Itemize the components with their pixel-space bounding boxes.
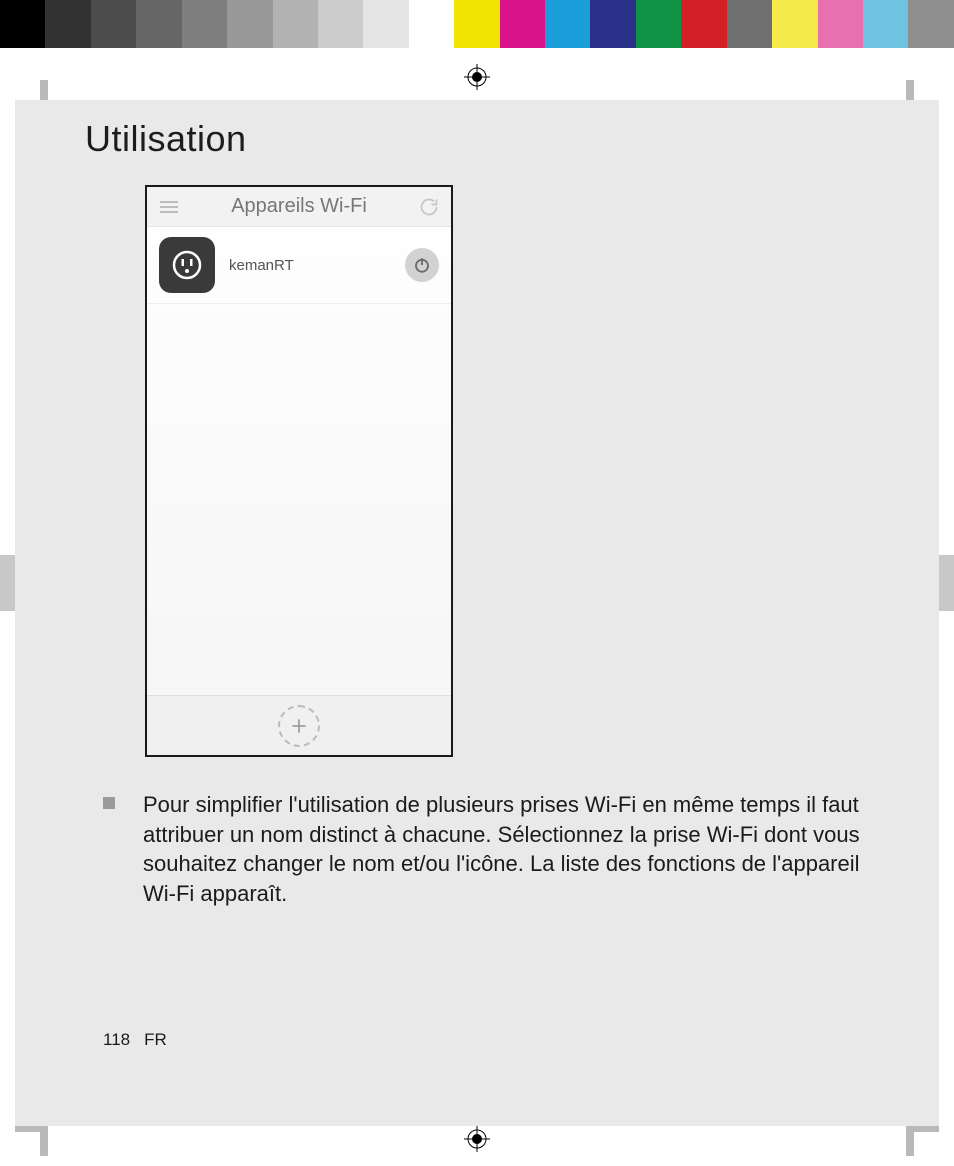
color-swatch: [681, 0, 726, 48]
registration-mark-icon: [464, 64, 490, 90]
color-swatch: [636, 0, 681, 48]
color-swatch: [91, 0, 136, 48]
hamburger-menu-icon[interactable]: [157, 195, 181, 219]
color-swatch: [318, 0, 363, 48]
device-list: kemanRT: [147, 227, 451, 695]
page-number: 118: [103, 1030, 130, 1049]
color-swatch: [454, 0, 499, 48]
color-swatch: [818, 0, 863, 48]
page-body: Utilisation Appareils Wi-Fi: [15, 100, 939, 1126]
color-swatch: [136, 0, 181, 48]
app-header: Appareils Wi-Fi: [147, 187, 451, 227]
color-swatch: [409, 0, 454, 48]
color-swatch: [273, 0, 318, 48]
app-header-title: Appareils Wi-Fi: [181, 195, 417, 218]
power-button[interactable]: [405, 248, 439, 282]
color-swatch: [863, 0, 908, 48]
add-device-button[interactable]: [278, 705, 320, 747]
color-swatch: [0, 0, 45, 48]
page-footer: 118 FR: [103, 1030, 167, 1050]
color-swatch: [727, 0, 772, 48]
color-swatch: [545, 0, 590, 48]
section-header: Utilisation: [15, 100, 939, 174]
color-swatch: [363, 0, 408, 48]
side-tab: [0, 555, 15, 611]
color-swatch: [772, 0, 817, 48]
color-swatch: [182, 0, 227, 48]
instruction-text: Pour simplifier l'utilisation de plusieu…: [143, 790, 883, 909]
color-swatch: [45, 0, 90, 48]
side-tab: [939, 555, 954, 611]
registration-mark-icon: [464, 1126, 490, 1152]
page-language: FR: [144, 1030, 167, 1049]
page-title: Utilisation: [85, 118, 939, 160]
outlet-icon: [159, 237, 215, 293]
color-swatch: [908, 0, 953, 48]
color-swatch: [590, 0, 635, 48]
app-footer: [147, 695, 451, 755]
color-swatch: [500, 0, 545, 48]
color-calibration-bar: [0, 0, 954, 48]
device-name-label: kemanRT: [229, 257, 405, 274]
square-bullet-icon: [103, 797, 115, 809]
instruction-paragraph: Pour simplifier l'utilisation de plusieu…: [103, 790, 883, 909]
phone-screenshot: Appareils Wi-Fi kemanRT: [145, 185, 453, 757]
color-swatch: [227, 0, 272, 48]
device-row[interactable]: kemanRT: [147, 227, 451, 304]
refresh-icon[interactable]: [417, 195, 441, 219]
